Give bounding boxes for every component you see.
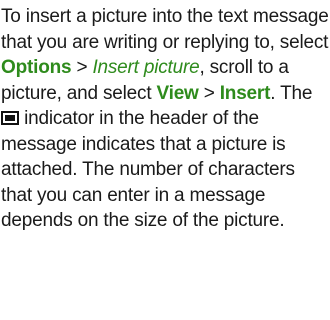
view-menu-term: View: [156, 82, 199, 104]
text-segment: . The: [270, 82, 313, 104]
menu-separator: >: [198, 82, 220, 104]
document-body: To insert a picture into the text messag…: [0, 4, 330, 234]
text-segment: To insert a picture into the text messag…: [1, 6, 329, 53]
text-segment: indicator in the header of the message i…: [1, 108, 295, 231]
insert-picture-term: Insert picture: [92, 57, 200, 78]
insert-menu-term: Insert: [219, 82, 271, 104]
menu-separator: >: [71, 57, 93, 78]
options-menu-term: Options: [1, 57, 72, 78]
picture-attached-icon: [1, 111, 19, 125]
instruction-paragraph: To insert a picture into the text messag…: [0, 4, 330, 234]
